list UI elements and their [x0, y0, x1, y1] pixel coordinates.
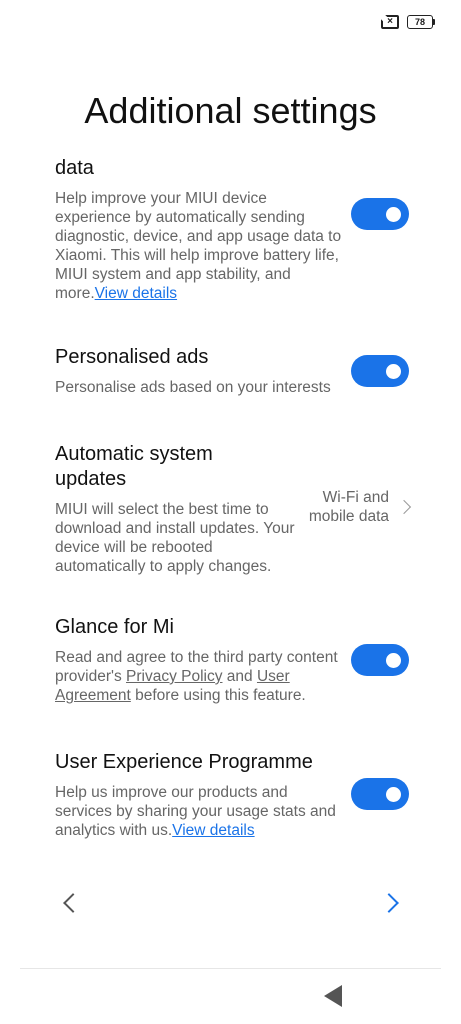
setting-title: Glance for Mi	[55, 616, 174, 638]
toggle-user-experience[interactable]	[351, 778, 409, 810]
chevron-left-icon[interactable]	[60, 893, 80, 913]
update-network-value[interactable]: Wi-Fi and mobile data	[309, 488, 412, 526]
settings-list[interactable]: data Help improve your MIUI device exper…	[0, 140, 461, 970]
chevron-right-icon	[396, 499, 412, 515]
setting-title: User Experience Programme	[55, 751, 313, 773]
view-details-link[interactable]: View details	[95, 285, 177, 302]
back-triangle-icon[interactable]	[324, 985, 344, 1007]
toggle-diagnostic-data[interactable]	[351, 198, 409, 230]
toggle-glance-for-mi[interactable]	[351, 644, 409, 676]
setting-description: Help improve your MIUI device experience…	[55, 190, 342, 302]
setting-description: MIUI will select the best time to downlo…	[55, 501, 295, 575]
setting-description: Read and agree to the third party conten…	[55, 649, 338, 704]
sim-x-icon: ×	[381, 15, 399, 29]
setting-description: Personalise ads based on your interests	[55, 379, 331, 396]
view-details-link[interactable]: View details	[172, 822, 254, 839]
setting-title: data	[55, 157, 94, 179]
battery-icon: 78	[407, 15, 435, 29]
setting-description: Help us improve our products and service…	[55, 784, 336, 839]
privacy-policy-link[interactable]: Privacy Policy	[126, 668, 222, 685]
page-title: Additional settings	[84, 90, 377, 131]
status-bar: × 78	[381, 12, 435, 32]
setting-title: Automatic system updates	[55, 443, 213, 490]
nav-divider	[20, 968, 441, 969]
setting-diagnostic-data: data Help improve your MIUI device exper…	[55, 156, 415, 303]
battery-level: 78	[407, 15, 433, 29]
toggle-personalised-ads[interactable]	[351, 355, 409, 387]
chevron-right-icon[interactable]	[382, 893, 402, 913]
